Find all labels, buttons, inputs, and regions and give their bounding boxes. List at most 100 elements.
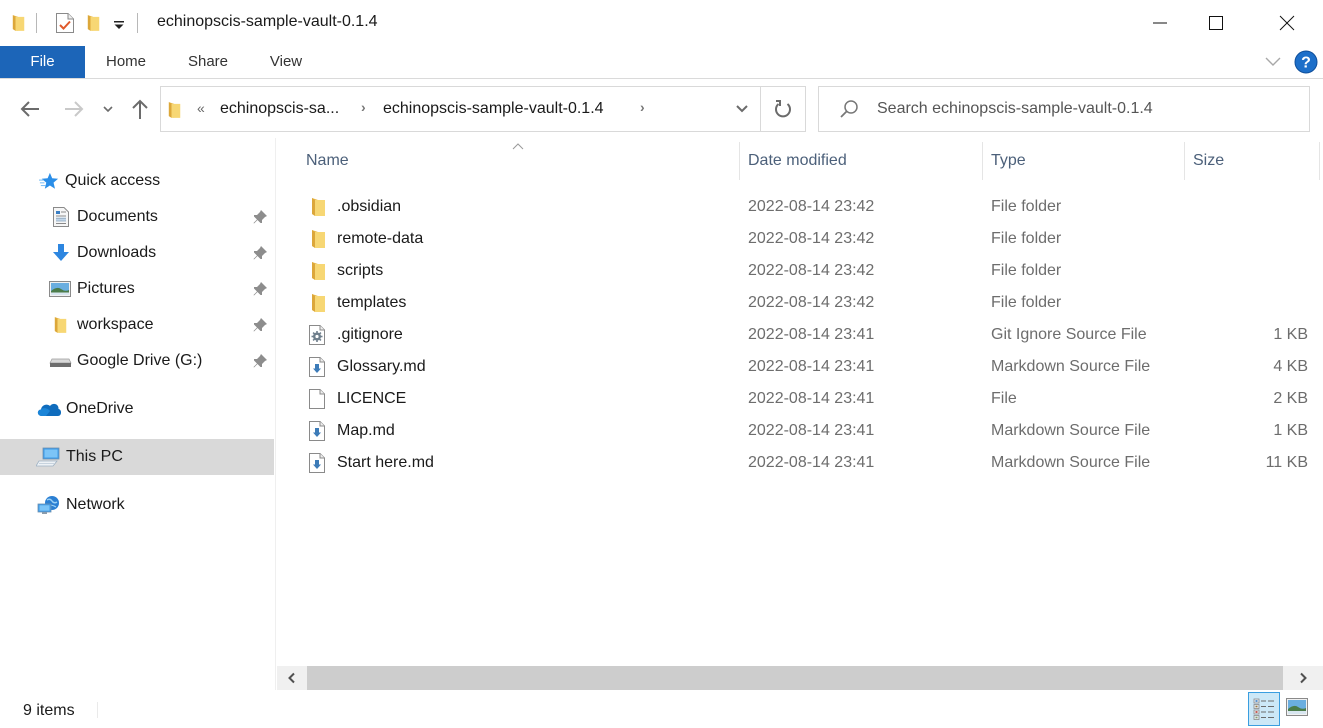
file-name: LICENCE (337, 390, 407, 407)
new-folder-icon[interactable] (87, 13, 101, 33)
divider (36, 13, 37, 33)
recent-locations-button[interactable] (97, 96, 119, 122)
documents-icon (51, 207, 71, 227)
breadcrumb-separator[interactable]: › (640, 99, 645, 115)
sidebar-item-network[interactable]: Network (0, 487, 274, 523)
folder-icon (310, 197, 328, 217)
sidebar-item-label: Google Drive (G:) (77, 352, 203, 369)
breadcrumb-current[interactable]: echinopscis-sample-vault-0.1.4 (383, 100, 604, 118)
sidebar-item-quick-access[interactable]: Quick access (0, 163, 274, 199)
forward-button[interactable] (61, 96, 87, 122)
table-row[interactable]: templates 2022-08-14 23:42 File folder (277, 287, 1323, 319)
breadcrumb-overflow[interactable]: « (197, 100, 205, 116)
column-header-type[interactable]: Type (983, 138, 1183, 184)
table-row[interactable]: remote-data 2022-08-14 23:42 File folder (277, 223, 1323, 255)
large-icons-view-button[interactable] (1286, 698, 1308, 716)
chevron-down-icon (736, 105, 748, 113)
file-size: 1 KB (1273, 422, 1308, 439)
file-name: scripts (337, 262, 384, 279)
sidebar-item-google-drive[interactable]: Google Drive (G:) (0, 343, 274, 379)
scroll-thumb[interactable] (307, 666, 1283, 690)
table-row[interactable]: .obsidian 2022-08-14 23:42 File folder (277, 191, 1323, 223)
scroll-left-button[interactable] (277, 666, 307, 690)
close-button[interactable] (1264, 0, 1310, 46)
search-input[interactable] (877, 87, 1297, 131)
search-box[interactable] (818, 86, 1310, 132)
help-icon[interactable]: ? (1294, 50, 1318, 74)
file-type: File folder (991, 262, 1062, 279)
refresh-button[interactable] (760, 87, 805, 131)
date-modified: 2022-08-14 23:41 (748, 454, 875, 471)
expand-ribbon-icon[interactable] (1264, 56, 1282, 68)
column-header-name[interactable]: Name (298, 138, 738, 184)
folder-icon (310, 293, 328, 313)
sidebar-item-label: workspace (77, 316, 154, 333)
breadcrumb-parent[interactable]: echinopscis-sa... (220, 100, 339, 118)
address-bar[interactable]: « echinopscis-sa... › echinopscis-sample… (160, 86, 806, 132)
sidebar-item-pictures[interactable]: Pictures (0, 271, 274, 307)
date-modified: 2022-08-14 23:42 (748, 198, 875, 215)
minimize-button[interactable] (1137, 0, 1183, 46)
arrow-left-icon (20, 101, 39, 117)
table-row[interactable]: Glossary.md 2022-08-14 23:41 Markdown Sour… (277, 351, 1323, 383)
sidebar-item-this-pc[interactable]: This PC (0, 439, 274, 475)
pictures-icon (49, 279, 71, 299)
sidebar-item-onedrive[interactable]: OneDrive (0, 391, 274, 427)
sidebar-item-label: Downloads (77, 244, 157, 261)
quick-access-toolbar (12, 12, 148, 34)
chevron-right-icon (1300, 672, 1307, 684)
file-name: Start here.md (337, 454, 434, 471)
address-history-dropdown[interactable] (724, 87, 760, 131)
pin-icon[interactable] (252, 245, 268, 261)
file-type: File (991, 390, 1017, 407)
column-divider[interactable] (1319, 142, 1320, 180)
tab-home[interactable]: Home (92, 46, 160, 78)
table-row[interactable]: .gitignore 2022-08-14 23:41 Git Ignore Sou… (277, 319, 1323, 351)
table-row[interactable]: scripts 2022-08-14 23:42 File folder (277, 255, 1323, 287)
sidebar-item-label: Pictures (77, 280, 135, 297)
tab-share[interactable]: Share (176, 46, 240, 78)
title-bar: echinopscis-sample-vault-0.1.4 (0, 0, 1323, 46)
pin-icon[interactable] (252, 209, 268, 225)
column-header-date-modified[interactable]: Date modified (740, 138, 980, 184)
file-type: Markdown Source File (991, 422, 1151, 439)
tab-view[interactable]: View (256, 46, 316, 78)
file-size: 4 KB (1273, 358, 1308, 375)
folder-icon (168, 100, 182, 120)
pin-icon[interactable] (252, 281, 268, 297)
date-modified: 2022-08-14 23:42 (748, 230, 875, 247)
table-row[interactable]: Start here.md 2022-08-14 23:41 Markdown So… (277, 447, 1323, 479)
sidebar-item-label: Documents (77, 208, 158, 225)
file-name: .obsidian (337, 198, 402, 215)
up-button[interactable] (127, 96, 153, 122)
scroll-right-button[interactable] (1283, 666, 1323, 690)
horizontal-scrollbar[interactable] (277, 666, 1323, 690)
navigation-pane: Quick access Documents Downloads Picture… (0, 138, 276, 690)
file-type: File folder (991, 294, 1062, 311)
pin-icon[interactable] (252, 353, 268, 369)
table-row[interactable]: Map.md 2022-08-14 23:41 Markdown Source Fi… (277, 415, 1323, 447)
sidebar-item-label: Quick access (65, 172, 161, 189)
table-row[interactable]: LICENCE 2022-08-14 23:41 File 2 KB (277, 383, 1323, 415)
column-header-size[interactable]: Size (1185, 138, 1315, 184)
minimize-icon (1153, 22, 1167, 24)
file-name: remote-data (337, 230, 424, 247)
details-view-icon (1253, 698, 1274, 720)
sidebar-item-documents[interactable]: Documents (0, 199, 274, 235)
tab-file[interactable]: File (0, 46, 85, 78)
star-icon (39, 171, 59, 191)
folder-icon (51, 315, 71, 335)
sidebar-item-workspace[interactable]: workspace (0, 307, 274, 343)
date-modified: 2022-08-14 23:41 (748, 326, 875, 343)
properties-icon[interactable] (55, 12, 75, 34)
pin-icon[interactable] (252, 317, 268, 333)
file-name: Map.md (337, 422, 395, 439)
file-name: templates (337, 294, 407, 311)
maximize-button[interactable] (1193, 0, 1239, 46)
details-view-button[interactable] (1248, 692, 1280, 726)
sidebar-item-downloads[interactable]: Downloads (0, 235, 274, 271)
back-button[interactable] (17, 96, 43, 122)
customize-toolbar-icon[interactable] (113, 19, 125, 31)
chevron-left-icon (288, 672, 295, 684)
breadcrumb-separator[interactable]: › (361, 99, 366, 115)
